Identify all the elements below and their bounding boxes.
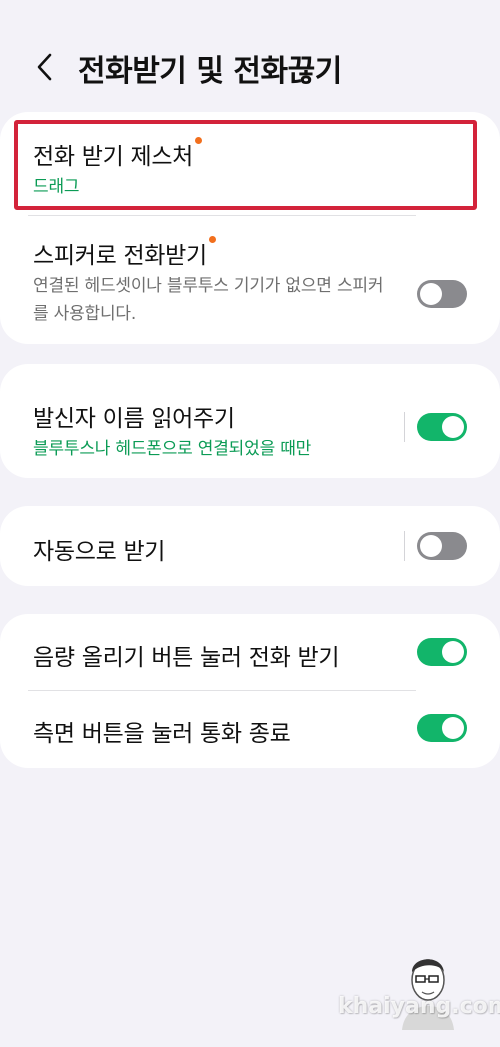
volume-up-answer-title: 음량 올리기 버튼 눌러 전화 받기 — [33, 645, 340, 671]
vertical-separator — [404, 412, 405, 442]
answer-gesture-value: 드래그 — [33, 177, 80, 197]
volume-up-answer-toggle[interactable] — [417, 638, 467, 666]
toggle-knob — [442, 717, 464, 739]
toggle-knob — [420, 535, 442, 557]
side-button-end-title: 측면 버튼을 눌러 통화 종료 — [33, 721, 291, 747]
settings-card-buttons: 음량 올리기 버튼 눌러 전화 받기 측면 버튼을 눌러 통화 종료 — [0, 614, 500, 768]
toggle-knob — [442, 641, 464, 663]
new-badge-dot — [195, 137, 203, 144]
speaker-answer-description: 연결된 헤드셋이나 블루투스 기기가 없으면 스피커를 사용합니다. — [33, 276, 384, 324]
header: 전화받기 및 전화끊기 — [0, 38, 500, 98]
toggle-knob — [442, 416, 464, 438]
vertical-separator — [404, 531, 405, 561]
auto-answer-toggle[interactable] — [417, 532, 467, 560]
auto-answer-row[interactable]: 자동으로 받기 — [0, 506, 500, 586]
side-button-end-toggle[interactable] — [417, 714, 467, 742]
speaker-answer-toggle[interactable] — [417, 280, 467, 308]
page-title: 전화받기 및 전화끊기 — [78, 54, 342, 89]
settings-card-auto-answer: 자동으로 받기 — [0, 506, 500, 586]
read-caller-name-subtitle: 블루투스나 헤드폰으로 연결되었을 때만 — [33, 439, 312, 459]
settings-page: 전화받기 및 전화끊기 전화 받기 제스처 드래그 스피커로 전화받기 연결된 … — [0, 0, 500, 1047]
read-caller-name-title: 발신자 이름 읽어주기 — [33, 406, 235, 432]
read-caller-name-row[interactable]: 발신자 이름 읽어주기 블루투스나 헤드폰으로 연결되었을 때만 — [0, 364, 500, 478]
answer-gesture-row[interactable]: 전화 받기 제스처 드래그 — [0, 112, 500, 216]
new-badge-dot — [208, 236, 216, 243]
watermark: khaiyang.com — [330, 950, 500, 1030]
volume-up-answer-row[interactable]: 음량 올리기 버튼 눌러 전화 받기 — [0, 614, 500, 690]
settings-card-caller-name: 발신자 이름 읽어주기 블루투스나 헤드폰으로 연결되었을 때만 — [0, 364, 500, 478]
chevron-left-icon — [37, 53, 52, 81]
read-caller-name-toggle[interactable] — [417, 413, 467, 441]
auto-answer-title: 자동으로 받기 — [33, 539, 166, 565]
speaker-answer-row[interactable]: 스피커로 전화받기 연결된 헤드셋이나 블루투스 기기가 없으면 스피커를 사용… — [0, 216, 500, 344]
answer-gesture-title: 전화 받기 제스처 — [33, 144, 194, 170]
back-button[interactable] — [28, 50, 62, 84]
settings-card-answer: 전화 받기 제스처 드래그 스피커로 전화받기 연결된 헤드셋이나 블루투스 기… — [0, 112, 500, 344]
watermark-text: khaiyang.com — [338, 994, 500, 1019]
side-button-end-row[interactable]: 측면 버튼을 눌러 통화 종료 — [0, 691, 500, 768]
toggle-knob — [420, 283, 442, 305]
speaker-answer-title: 스피커로 전화받기 — [33, 243, 207, 269]
